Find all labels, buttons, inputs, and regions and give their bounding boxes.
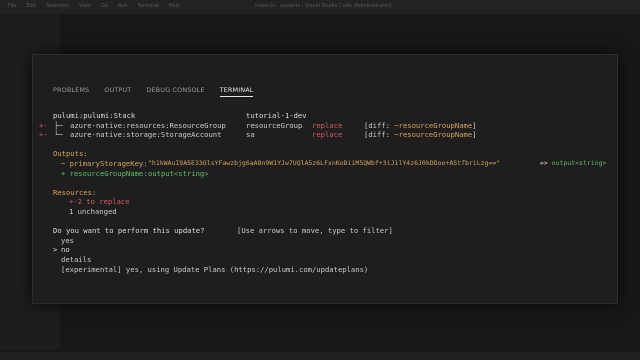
status-bar xyxy=(0,352,640,360)
resource-name: sa xyxy=(246,130,255,140)
diff-suffix: ] xyxy=(472,130,477,140)
prompt-line: Do you want to perform this update? [Use… xyxy=(53,226,613,236)
option-label: no xyxy=(61,245,70,255)
prompt-hint: [Use arrows to move, type to filter] xyxy=(237,226,393,236)
output-row: + resourceGroupName: output<string> xyxy=(53,169,613,179)
output-value: output<string> xyxy=(148,168,209,178)
terminal-panel: PROBLEMS OUTPUT DEBUG CONSOLE TERMINAL p… xyxy=(32,54,618,304)
panel-tabs: PROBLEMS OUTPUT DEBUG CONSOLE TERMINAL xyxy=(53,86,254,97)
output-key: primaryStorageKey: xyxy=(69,158,148,168)
menu-item[interactable]: File xyxy=(8,3,16,9)
replace-marker: +- xyxy=(39,130,48,140)
output-key: resourceGroupName: xyxy=(69,168,148,178)
resource-op: replace xyxy=(312,130,343,140)
resources-header: Resources: xyxy=(53,187,97,197)
terminal-output[interactable]: pulumi:pulumi:Stack tutorial-1-dev +- ├─… xyxy=(39,111,613,275)
tab-debug-console[interactable]: DEBUG CONSOLE xyxy=(146,86,204,97)
menu-item[interactable]: Go xyxy=(101,3,108,9)
window-title: index.ts - azure-ts - Visual Studio Code… xyxy=(255,3,392,9)
prompt-question: Do you want to perform this update? xyxy=(53,226,205,236)
menu-item[interactable]: Help xyxy=(169,3,180,9)
summary-text: 1 unchanged xyxy=(69,206,117,216)
output-prefix: ~ xyxy=(61,158,70,168)
prompt-option[interactable]: yes xyxy=(53,236,613,246)
resources-summary-row: 1 unchanged xyxy=(53,207,613,217)
option-label: yes xyxy=(61,235,74,245)
summary-text: 2 to replace xyxy=(77,197,130,207)
replace-marker: +- xyxy=(39,120,48,130)
stack-type: pulumi:pulumi:Stack xyxy=(53,111,136,120)
outputs-header: Outputs: xyxy=(53,149,88,159)
prompt-option[interactable]: [experimental] yes, using Update Plans (… xyxy=(53,265,613,275)
output-row: ~ primaryStorageKey: "h1kWAuI9A5E33OlsYF… xyxy=(53,159,613,169)
resource-row: +- └─ azure-native:storage:StorageAccoun… xyxy=(39,130,613,140)
tab-output[interactable]: OUTPUT xyxy=(104,86,131,97)
diff-suffix: ] xyxy=(472,120,477,130)
diff-prefix: [diff: xyxy=(364,130,395,140)
output-arrow: => xyxy=(536,158,552,167)
output-new-value: output<string> xyxy=(551,158,607,167)
tree-glyph: ├─ xyxy=(54,120,63,130)
menu-item[interactable]: Terminal xyxy=(138,3,159,9)
menu-item[interactable]: Selection xyxy=(46,3,69,9)
summary-marker: +- xyxy=(69,197,78,207)
resource-name: resourceGroup xyxy=(246,120,303,130)
tab-terminal[interactable]: TERMINAL xyxy=(219,86,254,97)
resource-type: azure-native:storage:StorageAccount xyxy=(70,130,222,140)
diff-value: ~resourceGroupName xyxy=(394,130,473,140)
stack-row: pulumi:pulumi:Stack tutorial-1-dev xyxy=(53,111,613,121)
selection-cursor: > xyxy=(53,245,58,255)
resource-op: replace xyxy=(312,120,343,130)
diff-value: ~resourceGroupName xyxy=(394,120,473,130)
menu-bar: File Edit Selection View Go Run Terminal… xyxy=(8,3,180,9)
tree-glyph: └─ xyxy=(54,130,63,140)
option-label: [experimental] yes, using Update Plans (… xyxy=(61,264,369,274)
stack-name: tutorial-1-dev xyxy=(246,111,307,120)
prompt-option[interactable]: details xyxy=(53,255,613,265)
diff-prefix: [diff: xyxy=(364,120,395,130)
resource-row: +- ├─ azure-native:resources:ResourceGro… xyxy=(39,120,613,131)
option-label: details xyxy=(61,254,92,264)
output-old-value: "h1kWAuI9A5E33OlsYFawzbjg6aA8n9W1YJw7UQl… xyxy=(148,158,501,167)
menu-item[interactable]: Edit xyxy=(26,3,36,9)
resource-type: azure-native:resources:ResourceGroup xyxy=(70,120,226,130)
tab-problems[interactable]: PROBLEMS xyxy=(53,86,89,97)
menu-item[interactable]: View xyxy=(79,3,91,9)
prompt-option-selected[interactable]: > no xyxy=(53,245,613,255)
output-prefix: + xyxy=(61,168,70,178)
resources-summary-row: +-2 to replace xyxy=(53,197,613,207)
menu-item[interactable]: Run xyxy=(118,3,128,9)
